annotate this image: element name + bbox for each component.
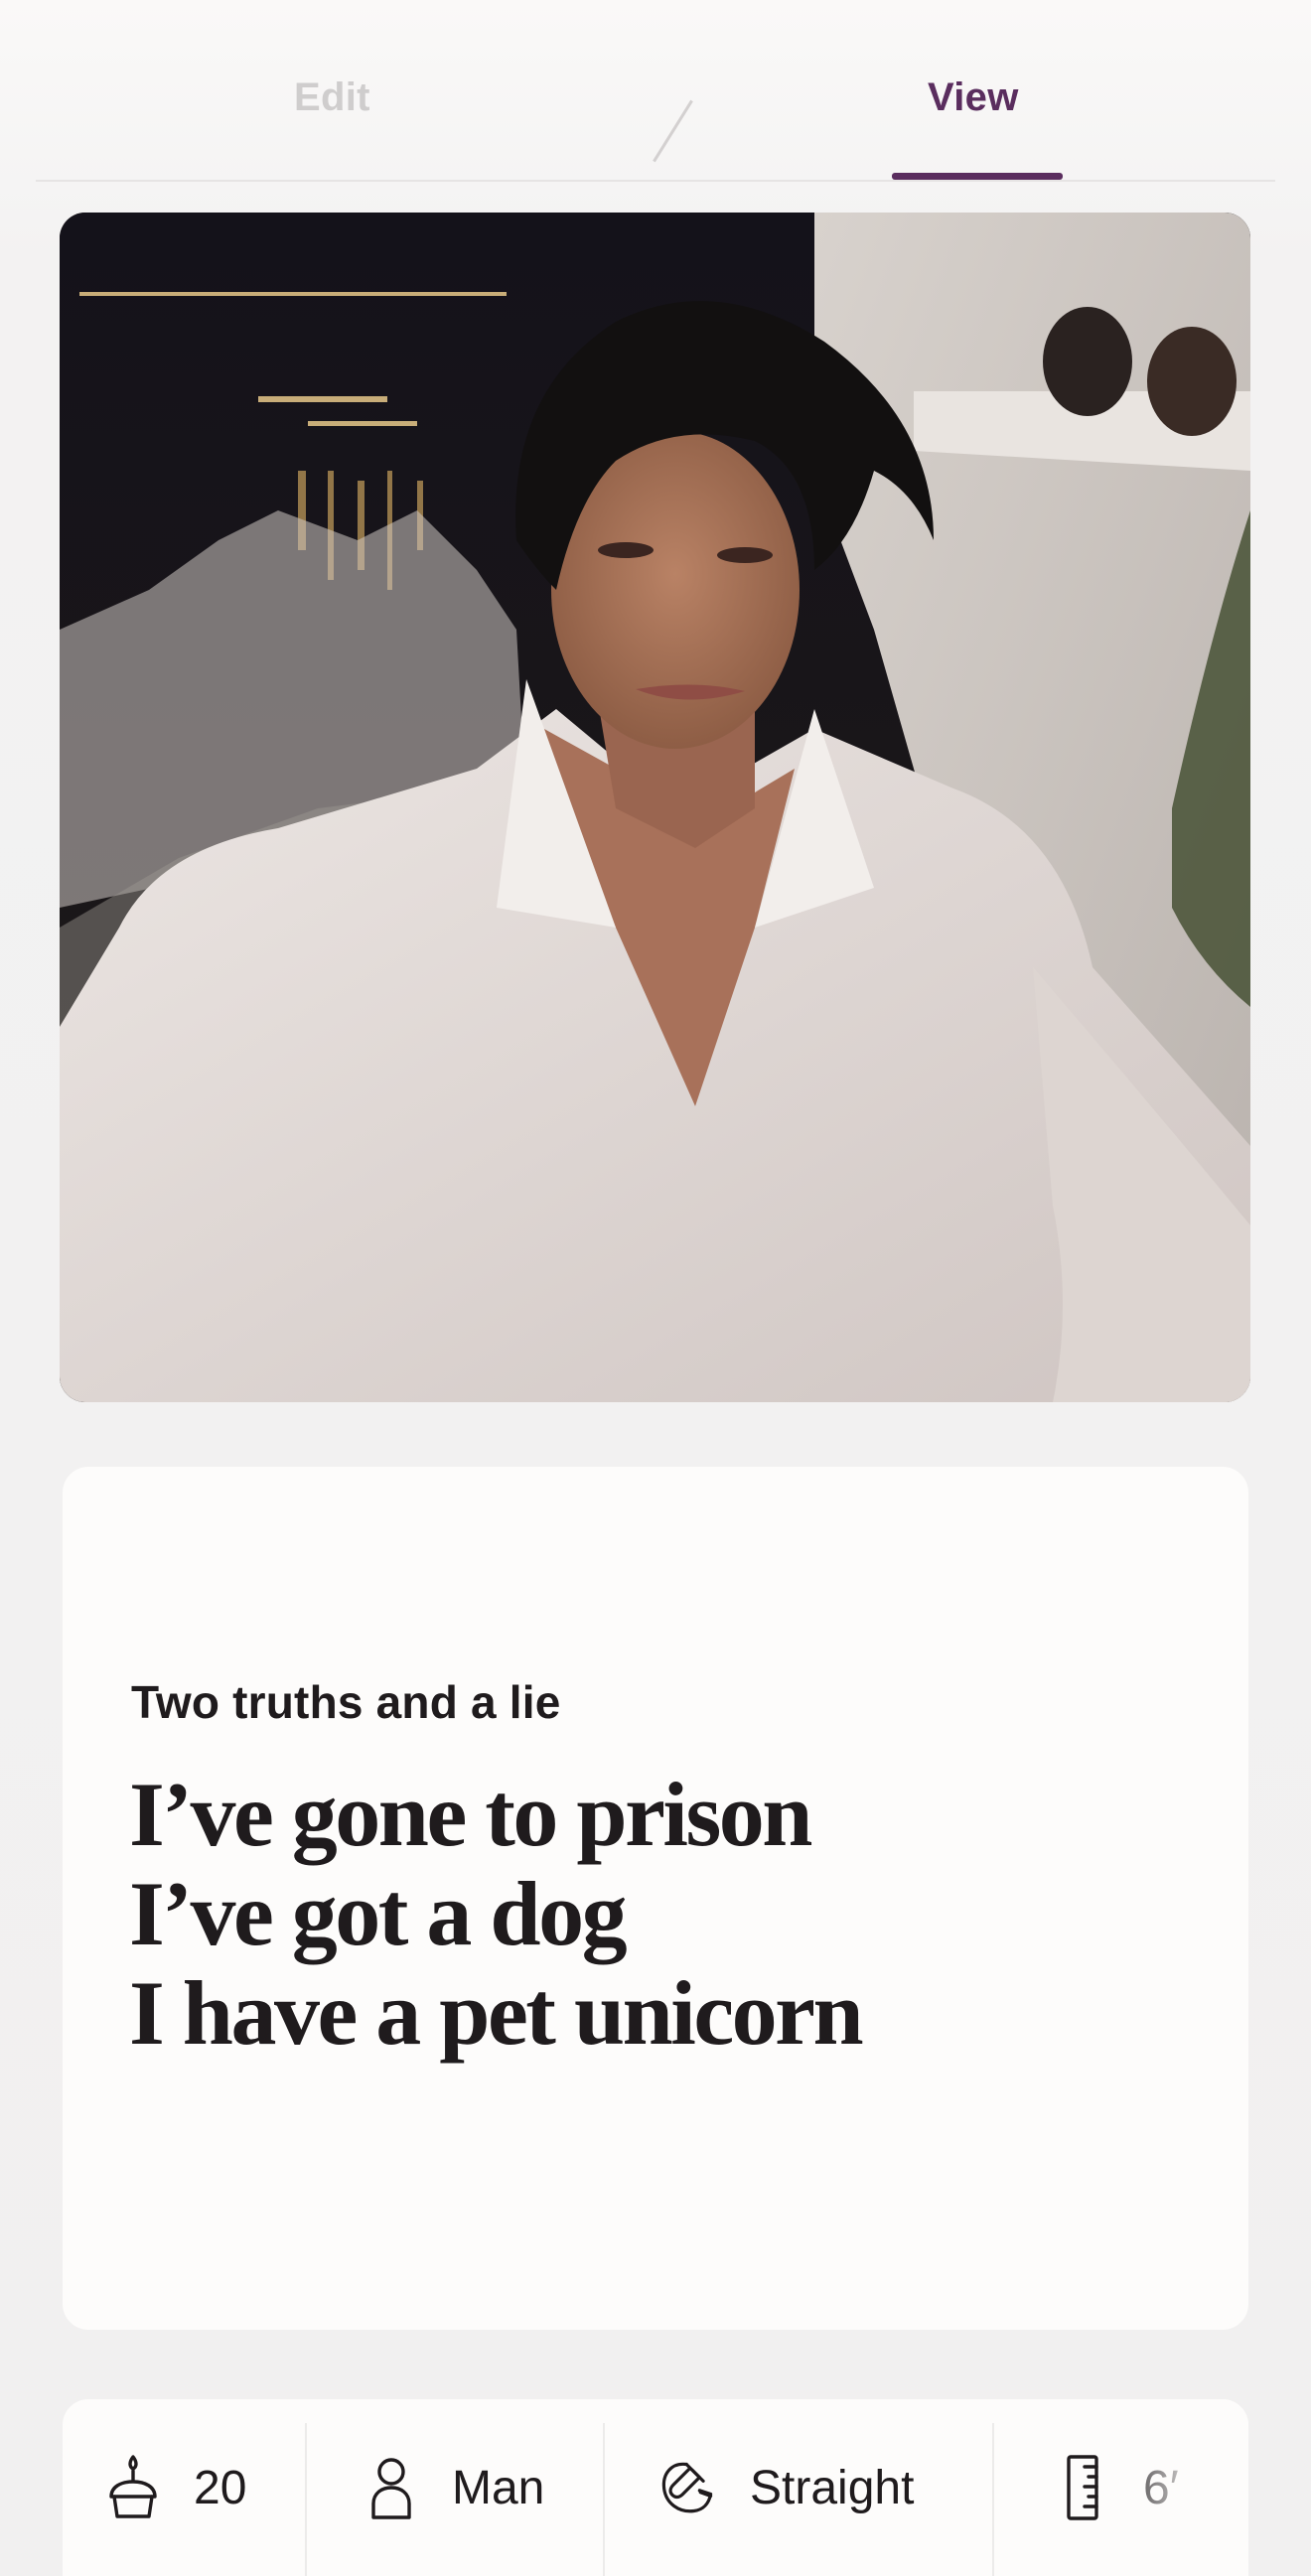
- vital-divider: [992, 2423, 994, 2576]
- vital-gender: Man: [361, 2399, 544, 2576]
- answer-line: I have a pet unicorn: [129, 1962, 864, 2064]
- tab-view[interactable]: View: [928, 75, 1019, 120]
- prompt-card[interactable]: Two truths and a lie I’ve gone to prison…: [63, 1467, 1248, 2330]
- magnet-icon: [658, 2453, 720, 2522]
- profile-photo-image: [60, 213, 1250, 1402]
- active-tab-indicator: [892, 173, 1063, 180]
- tab-edit[interactable]: Edit: [294, 75, 370, 120]
- person-icon: [361, 2453, 422, 2522]
- scroll-fade: [1109, 2399, 1248, 2576]
- ruler-icon: [1052, 2453, 1113, 2522]
- vital-label: Straight: [750, 2461, 915, 2514]
- profile-preview-page: Edit View Two truths and a lie I’ve gone…: [0, 0, 1311, 2576]
- cake-icon: [102, 2453, 164, 2522]
- prompt-title: Two truths and a lie: [131, 1676, 561, 1728]
- vital-divider: [603, 2423, 605, 2576]
- vitals-strip[interactable]: 20 Man Straight: [63, 2399, 1248, 2576]
- vital-divider: [305, 2423, 307, 2576]
- vital-orientation: Straight: [658, 2399, 914, 2576]
- prompt-answer: I’ve gone to prison I’ve got a dog I hav…: [129, 1764, 864, 2064]
- vital-age: 20: [102, 2399, 246, 2576]
- vital-label: Man: [452, 2461, 545, 2514]
- answer-line: I’ve gone to prison: [129, 1764, 812, 1865]
- answer-line: I’ve got a dog: [129, 1863, 628, 1964]
- profile-photo[interactable]: [60, 213, 1250, 1402]
- vital-label: 20: [194, 2461, 247, 2514]
- tab-divider: [653, 99, 693, 163]
- edit-view-tabs: Edit View: [36, 0, 1275, 182]
